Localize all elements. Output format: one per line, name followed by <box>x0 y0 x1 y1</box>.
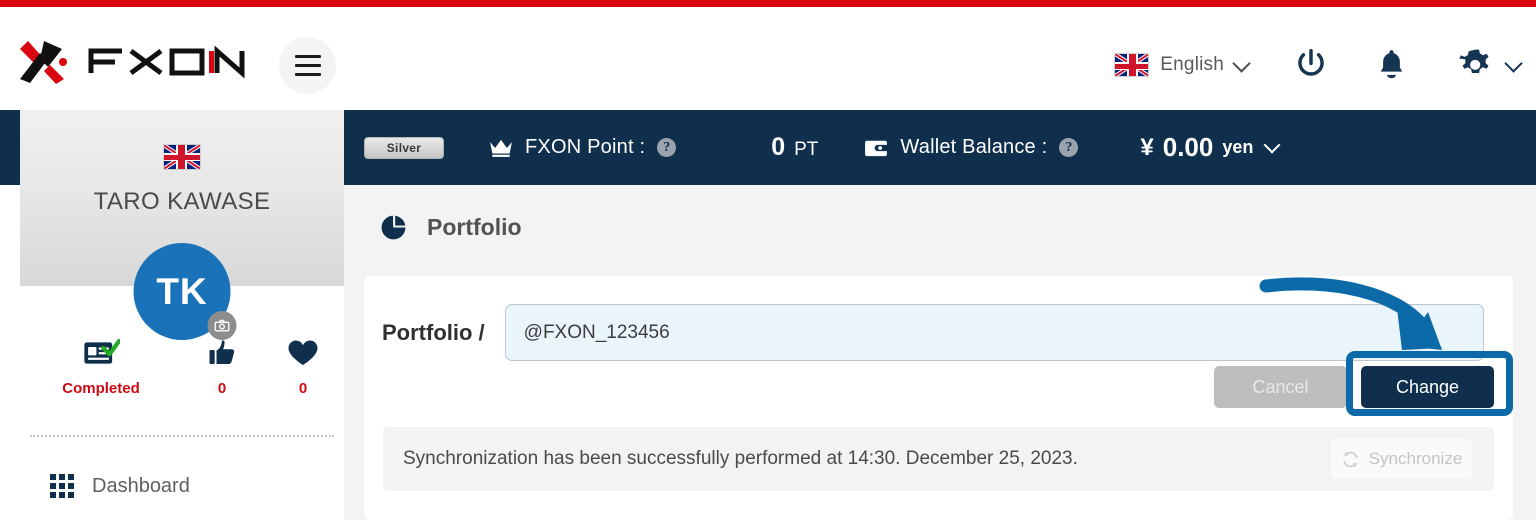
portfolio-handle-label: Portfolio / <box>382 319 485 345</box>
point-value: 0 <box>771 133 786 161</box>
wallet-balance-group: Wallet Balance : ? <box>864 136 1079 159</box>
refresh-sync-icon <box>1343 451 1358 467</box>
crown-icon <box>490 139 512 157</box>
header-actions: English <box>1114 39 1523 91</box>
top-accent-strip <box>0 0 1536 7</box>
portfolio-handle-row: Portfolio / <box>382 304 1484 361</box>
language-selector[interactable]: English <box>1114 53 1251 77</box>
sidebar-item-label: Dashboard <box>92 474 190 497</box>
point-unit: PT <box>794 139 819 160</box>
notifications-button[interactable] <box>1375 47 1408 83</box>
stat-favorites[interactable]: 0 <box>262 335 344 397</box>
language-label: English <box>1160 54 1224 75</box>
stat-kyc-value: Completed <box>62 380 140 397</box>
fxon-point-label: FXON Point : <box>525 136 646 158</box>
synchronize-label: Synchronize <box>1368 449 1463 468</box>
avatar[interactable]: TK <box>133 243 237 340</box>
sync-status-message: Synchronization has been successfully pe… <box>403 448 1078 469</box>
hamburger-icon <box>294 73 321 76</box>
wallet-balance-amount[interactable]: ¥ 0.00 yen <box>1140 132 1281 163</box>
help-circle-icon[interactable]: ? <box>1059 138 1079 157</box>
portfolio-card: Portfolio / Cancel Change Synchronizatio… <box>364 276 1513 520</box>
sidebar-divider <box>30 435 334 437</box>
wallet-unit: yen <box>1222 137 1254 157</box>
chevron-down-icon <box>1504 53 1523 73</box>
fxon-point-group: FXON Point : ? <box>489 136 677 159</box>
fxon-logo[interactable] <box>18 35 248 87</box>
synchronize-button[interactable]: Synchronize <box>1331 439 1472 479</box>
wallet-icon <box>865 140 889 156</box>
sync-status-panel: Synchronization has been successfully pe… <box>383 427 1494 491</box>
power-icon <box>1298 49 1324 76</box>
user-name: TARO KAWASE <box>93 188 271 215</box>
fxon-point-amount: 0 PT <box>771 133 818 162</box>
currency-symbol: ¥ <box>1140 133 1154 161</box>
wallet-balance-label: Wallet Balance : <box>900 136 1048 158</box>
pie-chart-icon <box>381 215 406 240</box>
stat-kyc[interactable]: Completed <box>20 335 182 397</box>
sidebar: TARO KAWASE TK Completed 0 0 Dashboard <box>20 110 344 520</box>
id-card-verified-icon <box>20 335 182 371</box>
cancel-button[interactable]: Cancel <box>1214 366 1347 408</box>
profile-stats: Completed 0 0 <box>20 335 344 397</box>
chevron-down-icon[interactable] <box>1263 136 1281 154</box>
stat-likes-value: 0 <box>217 380 227 397</box>
gear-settings-icon <box>1459 49 1489 73</box>
heart-icon <box>262 335 344 371</box>
uk-flag-icon <box>163 144 201 170</box>
camera-icon <box>214 319 230 332</box>
hamburger-icon <box>294 55 321 58</box>
wallet-value: 0.00 <box>1162 132 1214 162</box>
left-navy-rail <box>0 110 20 185</box>
form-actions: Cancel Change <box>1214 366 1494 408</box>
avatar-initials: TK <box>156 270 208 312</box>
app-header: English <box>0 7 1536 110</box>
sidebar-item-dashboard[interactable]: Dashboard <box>20 458 344 514</box>
settings-button[interactable] <box>1456 46 1523 85</box>
main-content: Portfolio Portfolio / Cancel Change Sync… <box>344 185 1536 520</box>
hamburger-icon <box>294 64 321 67</box>
rank-badge[interactable]: Silver <box>364 136 444 159</box>
bell-notification-icon <box>1380 50 1403 79</box>
stat-likes[interactable]: 0 <box>182 335 262 397</box>
uk-flag-icon <box>1114 53 1150 77</box>
chevron-down-icon <box>1232 53 1251 73</box>
hamburger-menu-button[interactable] <box>279 37 336 94</box>
page-title: Portfolio <box>380 214 522 241</box>
help-circle-icon[interactable]: ? <box>657 138 677 157</box>
app-root: English TARO KAWASE TK Completed 0 0 Das… <box>0 0 1536 520</box>
change-button[interactable]: Change <box>1361 366 1494 408</box>
thumbs-up-icon <box>182 335 262 371</box>
portfolio-handle-input[interactable] <box>504 304 1484 361</box>
page-title-text: Portfolio <box>427 214 522 240</box>
grid-dashboard-icon <box>50 474 74 498</box>
stat-favorites-value: 0 <box>298 380 308 397</box>
account-summary-bar: Silver FXON Point : ? 0 PT Wallet Balanc… <box>344 110 1536 185</box>
power-button[interactable] <box>1292 46 1330 84</box>
